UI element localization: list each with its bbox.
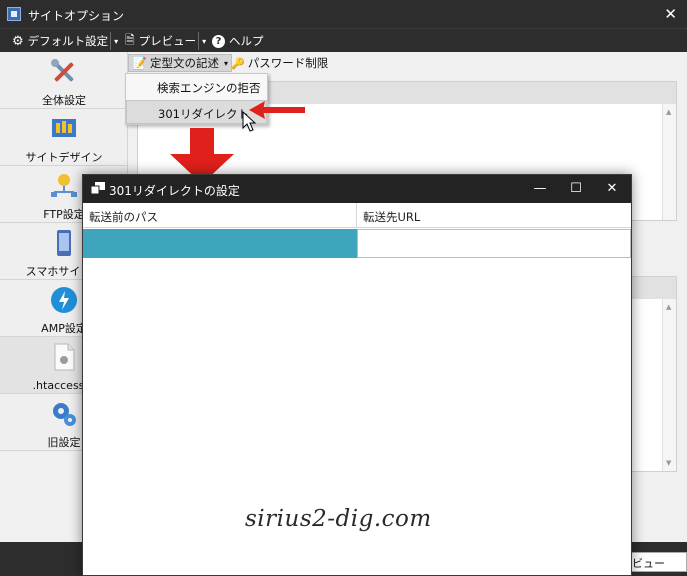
close-icon[interactable]: ✕ <box>664 5 677 23</box>
key-icon: 🔑 <box>231 56 245 70</box>
main-toolbar: ⚙ デフォルト設定 ▾ 🗎 プレビュー ▾ ? ヘルプ <box>0 28 687 52</box>
vertical-scrollbar[interactable]: ▲ <box>662 104 676 220</box>
edit-document-icon: 📝 <box>132 56 147 70</box>
password-restriction-label: パスワード制限 <box>247 56 329 70</box>
sidebar-item-general[interactable]: 全体設定 <box>0 52 128 109</box>
scroll-up-icon[interactable]: ▲ <box>666 108 671 116</box>
maximize-icon[interactable]: ☐ <box>561 179 591 199</box>
gears-icon <box>53 403 76 426</box>
bottom-preview-label: ビュー <box>632 557 665 570</box>
preview-button[interactable]: 🗎 プレビュー ▾ <box>125 32 206 50</box>
table-cell-source-path[interactable] <box>83 229 357 258</box>
smartphone-icon <box>57 230 71 256</box>
sidebar-item-site-design[interactable]: サイトデザイン <box>0 109 128 166</box>
sub-toolbar: 📝 定型文の記述 ▾ 🔑 パスワード制限 <box>128 52 687 74</box>
network-icon <box>51 174 77 197</box>
password-restriction-button[interactable]: 🔑 パスワード制限 <box>228 54 331 72</box>
help-button[interactable]: ? ヘルプ <box>212 32 264 50</box>
dialog-window-icon <box>91 182 105 195</box>
amp-lightning-icon <box>51 287 77 313</box>
dialog-title: 301リダイレクトの設定 <box>109 184 240 198</box>
bottom-preview-button[interactable]: ビュー <box>628 552 687 572</box>
menu-item-search-engine-deny[interactable]: 検索エンジンの拒否 <box>126 75 267 99</box>
column-header-destination-url[interactable]: 転送先URL <box>357 203 631 228</box>
vertical-scrollbar[interactable]: ▲ ▼ <box>662 299 676 471</box>
default-settings-button[interactable]: ⚙ デフォルト設定 ▾ <box>12 32 118 50</box>
default-settings-label: デフォルト設定 <box>27 34 109 48</box>
main-window: サイトオプション ✕ ⚙ デフォルト設定 ▾ 🗎 プレビュー ▾ ? ヘルプ ▲ <box>0 0 687 576</box>
toolbar-divider <box>198 32 199 50</box>
chevron-down-icon: ▾ <box>202 36 207 46</box>
mouse-cursor-icon <box>242 111 257 132</box>
window-title: サイトオプション <box>28 9 125 23</box>
tools-icon <box>51 59 74 82</box>
scroll-up-icon[interactable]: ▲ <box>666 303 671 311</box>
minimize-icon[interactable]: — <box>525 179 555 199</box>
title-bar: サイトオプション ✕ <box>0 0 687 28</box>
sidebar-item-label: 全体設定 <box>42 94 86 107</box>
help-icon: ? <box>212 34 225 48</box>
toolbar-divider <box>110 32 111 50</box>
app-icon <box>7 7 21 21</box>
preview-document-icon: 🗎 <box>125 32 135 47</box>
design-icon <box>52 119 76 137</box>
htaccess-file-icon <box>54 343 75 371</box>
template-text-button[interactable]: 📝 定型文の記述 ▾ <box>128 54 232 72</box>
preview-label: プレビュー <box>138 34 197 48</box>
scroll-down-icon[interactable]: ▼ <box>666 459 671 467</box>
watermark-text: sirius2-dig.com <box>245 506 432 532</box>
chevron-down-icon: ▾ <box>114 36 119 46</box>
dialog-title-bar: 301リダイレクトの設定 — ☐ ✕ <box>83 175 631 203</box>
column-header-source-path[interactable]: 転送前のパス <box>83 203 357 228</box>
gear-icon: ⚙ <box>12 33 24 49</box>
close-icon[interactable]: ✕ <box>597 179 627 199</box>
table-cell-destination-url[interactable] <box>357 229 631 258</box>
sidebar-item-label: サイトデザイン <box>25 151 103 164</box>
help-label: ヘルプ <box>229 34 264 48</box>
template-text-label: 定型文の記述 <box>149 56 219 70</box>
